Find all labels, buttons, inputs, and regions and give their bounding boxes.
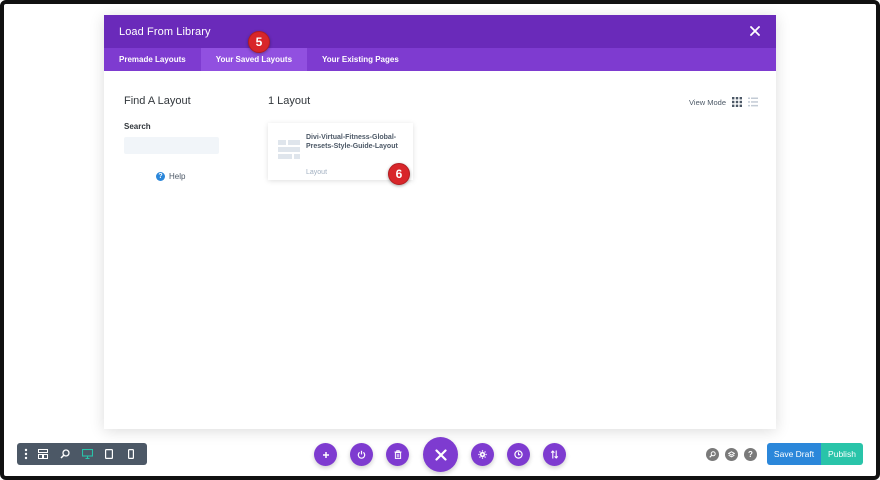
menu-dots-icon[interactable] <box>20 443 32 465</box>
search-label: Search <box>124 122 151 131</box>
tab-premade-layouts[interactable]: Premade Layouts <box>104 48 201 71</box>
settings-icon[interactable] <box>471 443 494 466</box>
modal-title: Load From Library <box>119 25 211 38</box>
layout-name: Divi-Virtual-Fitness-Global-Presets-Styl… <box>306 134 398 150</box>
tab-your-existing-pages[interactable]: Your Existing Pages <box>307 48 414 71</box>
layers-icon[interactable] <box>725 448 738 461</box>
layout-type: Layout <box>306 169 328 176</box>
view-mode-label: View Mode <box>689 97 726 107</box>
responsive-toolbar <box>17 443 147 465</box>
trash-icon[interactable] <box>386 443 409 466</box>
list-view-icon[interactable] <box>748 97 758 107</box>
close-builder-icon[interactable] <box>423 437 458 472</box>
step-badge-6: 6 <box>388 163 410 185</box>
view-mode: View Mode <box>689 97 758 107</box>
help-icon: ? <box>156 172 165 181</box>
wireframe-icon[interactable] <box>32 443 54 465</box>
help-label: Help <box>169 172 186 181</box>
layout-count-title: 1 Layout <box>268 95 311 107</box>
library-modal: Load From Library Premade Layouts Your S… <box>104 15 776 429</box>
publish-button[interactable]: Publish <box>821 443 863 465</box>
search-input[interactable] <box>124 137 219 154</box>
phone-icon[interactable] <box>120 443 142 465</box>
power-icon[interactable] <box>350 443 373 466</box>
portability-icon[interactable] <box>543 443 566 466</box>
close-icon[interactable] <box>748 24 762 38</box>
help-link[interactable]: ? Help <box>156 172 224 181</box>
search-icon[interactable] <box>706 448 719 461</box>
tablet-icon[interactable] <box>98 443 120 465</box>
filter-sidebar: Find A Layout Search ? Help <box>124 95 224 181</box>
sidebar-title: Find A Layout <box>124 95 191 107</box>
step-badge-5: 5 <box>248 31 270 53</box>
help-icon[interactable]: ? <box>744 448 757 461</box>
modal-header: Load From Library <box>104 15 776 48</box>
zoom-icon[interactable] <box>54 443 76 465</box>
library-tabs: Premade Layouts Your Saved Layouts Your … <box>104 48 776 71</box>
save-draft-button[interactable]: Save Draft <box>767 443 821 465</box>
desktop-icon[interactable] <box>76 443 98 465</box>
page-utility-icons: ? <box>706 448 757 461</box>
grid-view-icon[interactable] <box>732 97 742 107</box>
history-icon[interactable] <box>507 443 530 466</box>
add-icon[interactable] <box>314 443 337 466</box>
layout-thumbnail-icon <box>278 140 300 167</box>
